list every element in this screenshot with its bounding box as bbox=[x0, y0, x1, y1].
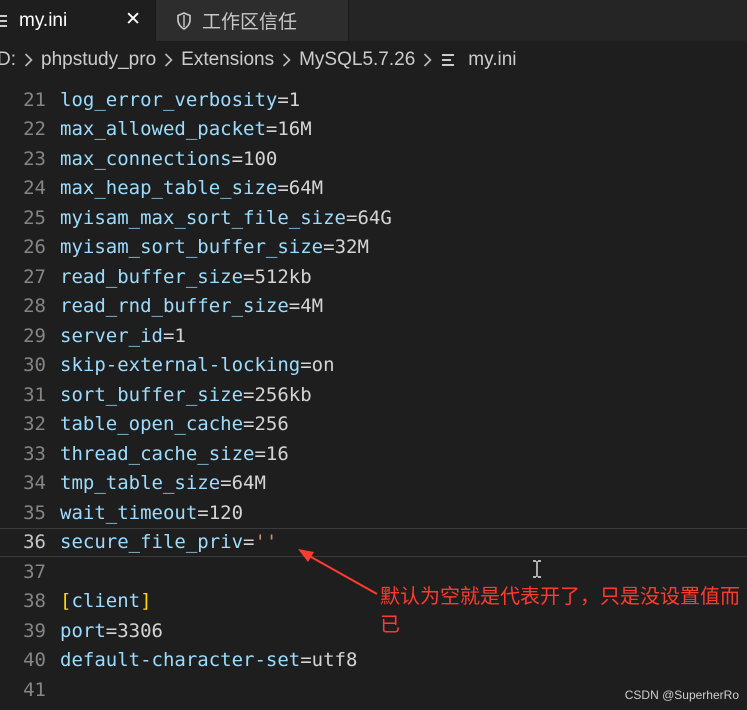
text-cursor-icon bbox=[533, 560, 541, 578]
watermark: CSDN @SuperherRo bbox=[624, 688, 739, 702]
annotation-text: 默认为空就是代表开了，只是没设置值而已 bbox=[380, 584, 740, 636]
